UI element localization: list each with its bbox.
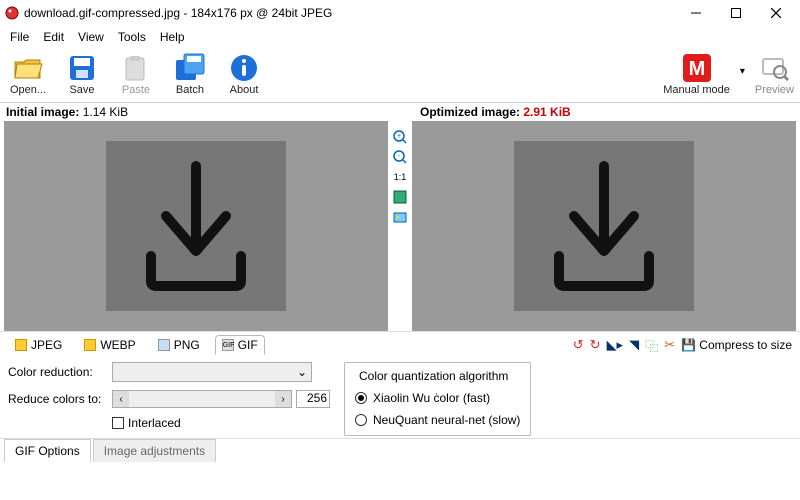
menu-view[interactable]: View [72,28,110,46]
bottom-tabs: GIF Options Image adjustments [0,439,800,462]
redo-icon[interactable]: ↻ [590,337,601,353]
preview-row: + - 1:1 [0,121,800,331]
batch-button[interactable]: Batch [168,52,212,96]
flip-horizontal-icon[interactable]: ◣▸ [607,337,624,353]
quantization-fieldset: Color quantization algorithm Xiaolin Wu … [344,362,531,436]
reduce-colors-slider[interactable]: ‹ › [112,390,292,408]
slider-left-arrow[interactable]: ‹ [113,391,129,407]
tab-gif[interactable]: GIFGIF [215,335,265,355]
open-label: Open... [10,84,46,96]
crop-icon[interactable]: ⿻ [645,336,658,355]
radio-xiaolin[interactable]: Xiaolin Wu ċolor (fast) [355,391,520,405]
chevron-down-icon: ⌄ [297,365,307,379]
menu-bar: File Edit View Tools Help [0,26,800,48]
app-icon [4,5,20,21]
about-label: About [230,84,259,96]
save-icon [66,52,98,84]
menu-help[interactable]: Help [154,28,191,46]
radio-icon [355,414,367,426]
resize-icon[interactable]: ✂ [664,337,675,353]
radio-icon [355,392,367,404]
window-title: download.gif-compressed.jpg - 184x176 px… [24,6,676,20]
webp-chip-icon [84,339,96,351]
optimized-image-label: Optimized image: [420,105,520,119]
fit-image-icon[interactable] [392,209,408,225]
open-button[interactable]: Open... [6,52,50,96]
checkbox-icon [112,417,124,429]
interlaced-checkbox[interactable]: Interlaced [112,416,181,430]
save-button[interactable]: Save [60,52,104,96]
preview-label: Preview [755,84,794,96]
paste-button[interactable]: Paste [114,52,158,96]
menu-tools[interactable]: Tools [112,28,152,46]
minimize-button[interactable] [676,0,716,26]
tab-jpeg[interactable]: JPEG [8,335,69,355]
color-reduction-label: Color reduction: [8,365,108,379]
main-toolbar: Open... Save Paste Batch About M Manual … [0,48,800,103]
tab-gif-options[interactable]: GIF Options [4,439,91,462]
initial-preview-pane[interactable] [4,121,388,331]
slider-right-arrow[interactable]: › [275,391,291,407]
color-reduction-dropdown[interactable]: ⌄ [112,362,312,382]
format-tab-strip: JPEG WEBP PNG GIFGIF ↺ ↻ ◣▸ ◥ ⿻ ✂ 💾 Comp… [0,331,800,356]
initial-image-thumb [106,141,286,311]
tab-image-adjustments[interactable]: Image adjustments [93,439,216,462]
initial-image-label: Initial image: [6,105,79,119]
preview-button[interactable]: Preview [755,52,794,96]
batch-icon [174,52,206,84]
initial-image-size: 1.14 KiB [83,105,128,119]
zoom-out-icon[interactable]: - [392,149,408,165]
menu-edit[interactable]: Edit [37,28,70,46]
batch-label: Batch [176,84,204,96]
manual-mode-dropdown[interactable]: ▾ [740,52,745,77]
interlaced-label: Interlaced [128,416,181,430]
manual-mode-label: Manual mode [663,84,730,96]
svg-text:+: + [397,133,401,140]
manual-mode-button[interactable]: M Manual mode [663,52,730,96]
info-icon [228,52,260,84]
zoom-strip: + - 1:1 [388,121,412,331]
optimized-image-size: 2.91 KiB [523,105,570,119]
save-label: Save [69,84,94,96]
zoom-in-icon[interactable]: + [392,129,408,145]
paste-label: Paste [122,84,150,96]
optimized-preview-pane[interactable] [412,121,796,331]
zoom-ratio-label[interactable]: 1:1 [392,169,408,185]
tab-png[interactable]: PNG [151,335,207,355]
optimized-image-thumb [514,141,694,311]
compress-to-size-button[interactable]: 💾 Compress to size [681,338,792,352]
panel-labels: Initial image: 1.14 KiB Optimized image:… [0,103,800,121]
quantization-legend: Color quantization algorithm [355,369,512,383]
svg-text:M: M [688,58,705,80]
reduce-colors-label: Reduce colors to: [8,392,108,406]
reduce-colors-value[interactable]: 256 [296,390,330,408]
radio-neuquant[interactable]: NeuQuant neural-net (slow) [355,413,520,427]
gif-options-panel: Color reduction: ⌄ Reduce colors to: ‹ ›… [0,356,800,439]
menu-file[interactable]: File [4,28,35,46]
manual-mode-icon: M [681,52,713,84]
magnifier-icon [758,52,790,84]
gif-chip-icon: GIF [222,339,234,351]
jpeg-chip-icon [15,339,27,351]
maximize-button[interactable] [716,0,756,26]
title-bar: download.gif-compressed.jpg - 184x176 px… [0,0,800,26]
svg-text:-: - [398,153,401,160]
about-button[interactable]: About [222,52,266,96]
fit-window-icon[interactable] [392,189,408,205]
paste-icon [120,52,152,84]
close-button[interactable] [756,0,796,26]
folder-open-icon [12,52,44,84]
png-chip-icon [158,339,170,351]
radio-xiaolin-label: Xiaolin Wu ċolor (fast) [373,391,490,405]
tab-webp[interactable]: WEBP [77,335,142,355]
flip-vertical-icon[interactable]: ◥ [629,337,639,353]
radio-neuquant-label: NeuQuant neural-net (slow) [373,413,520,427]
undo-icon[interactable]: ↺ [573,337,584,353]
